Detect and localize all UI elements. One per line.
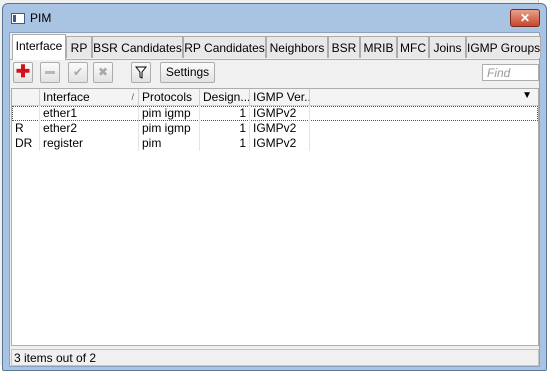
tab-bsr-candidates[interactable]: BSR Candidates <box>92 36 183 58</box>
tab-bsr[interactable]: BSR <box>328 36 360 58</box>
row-designated: 1 <box>200 106 250 121</box>
column-header-protocols[interactable]: Protocols <box>139 89 200 105</box>
pim-window: PIM ✕ Interface RP BSR Candidates RP Can… <box>2 3 547 371</box>
tab-joins[interactable]: Joins <box>429 36 466 58</box>
row-protocols: pim igmp <box>139 106 200 121</box>
interface-table: Interface / Protocols Design... IGMP Ver… <box>11 88 539 346</box>
status-bar: 3 items out of 2 <box>11 349 539 366</box>
disable-button[interactable]: ✖ <box>93 62 113 83</box>
row-flag: R <box>12 121 40 136</box>
filter-button[interactable] <box>131 62 151 83</box>
sort-icon: / <box>131 92 134 102</box>
status-text: 3 items out of 2 <box>14 351 97 365</box>
row-interface: ether2 <box>40 121 139 136</box>
minus-icon <box>45 71 55 75</box>
remove-button[interactable] <box>40 62 60 83</box>
tab-mfc[interactable]: MFC <box>397 36 429 58</box>
table-row[interactable]: ether1 pim igmp 1 IGMPv2 <box>12 106 538 121</box>
tab-interface[interactable]: Interface <box>12 34 66 60</box>
window-app-icon <box>11 13 25 24</box>
row-protocols: pim igmp <box>139 121 200 136</box>
window-title: PIM <box>30 11 52 25</box>
tab-rp-candidates[interactable]: RP Candidates <box>183 36 266 58</box>
row-igmp-version: IGMPv2 <box>250 136 310 151</box>
row-igmp-version: IGMPv2 <box>250 106 310 121</box>
column-header-interface[interactable]: Interface / <box>40 89 139 105</box>
column-header-igmp-version[interactable]: IGMP Ver... <box>250 89 310 105</box>
window-client: Interface RP BSR Candidates RP Candidate… <box>9 32 541 367</box>
row-interface: register <box>40 136 139 151</box>
table-header: Interface / Protocols Design... IGMP Ver… <box>12 89 538 106</box>
enable-button[interactable]: ✔ <box>68 62 88 83</box>
title-bar[interactable]: PIM ✕ <box>3 4 546 32</box>
row-igmp-version: IGMPv2 <box>250 121 310 136</box>
cross-icon: ✖ <box>97 65 109 79</box>
row-designated: 1 <box>200 136 250 151</box>
tab-neighbors[interactable]: Neighbors <box>266 36 328 58</box>
columns-dropdown-icon[interactable]: ▼ <box>522 90 532 101</box>
row-flag: DR <box>12 136 40 151</box>
close-button[interactable]: ✕ <box>510 9 540 27</box>
check-icon: ✔ <box>72 65 84 79</box>
table-row[interactable]: R ether2 pim igmp 1 IGMPv2 <box>12 121 538 136</box>
column-header-designated[interactable]: Design... <box>200 89 250 105</box>
row-designated: 1 <box>200 121 250 136</box>
find-input[interactable] <box>482 64 539 81</box>
plus-icon: ✚ <box>15 62 31 81</box>
tab-mrib[interactable]: MRIB <box>360 36 397 58</box>
tab-rp[interactable]: RP <box>66 36 92 58</box>
toolbar: ✚ ✔ ✖ Settings <box>10 60 539 89</box>
column-header-label: Interface <box>43 90 90 104</box>
row-flag <box>12 106 40 121</box>
add-button[interactable]: ✚ <box>13 62 33 83</box>
filter-icon <box>134 66 148 79</box>
row-protocols: pim <box>139 136 200 151</box>
table-row[interactable]: DR register pim 1 IGMPv2 <box>12 136 538 151</box>
row-interface: ether1 <box>40 106 139 121</box>
tab-igmp-groups[interactable]: IGMP Groups <box>466 36 541 58</box>
settings-button[interactable]: Settings <box>160 62 215 83</box>
column-header-flags[interactable] <box>12 89 40 105</box>
tab-bar: Interface RP BSR Candidates RP Candidate… <box>10 33 541 60</box>
